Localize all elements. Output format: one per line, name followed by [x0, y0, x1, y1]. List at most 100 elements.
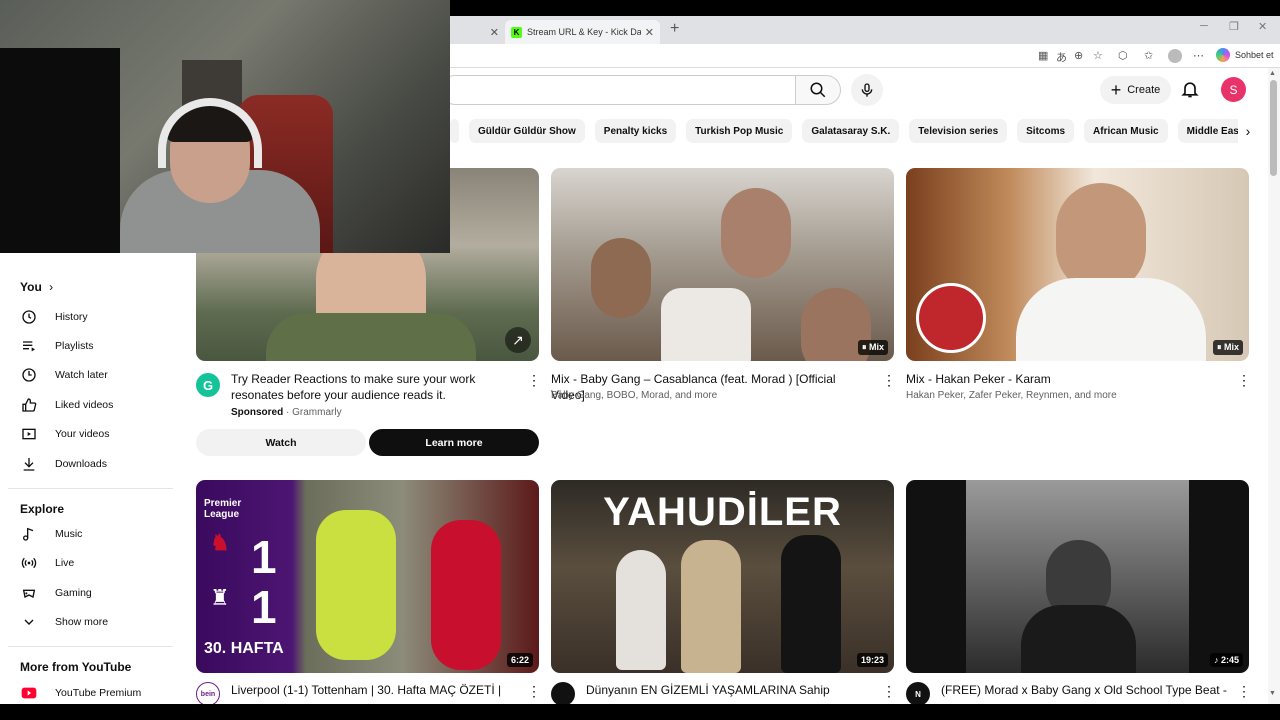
- channel-avatar[interactable]: [551, 682, 575, 706]
- person-shape: [616, 550, 666, 670]
- microphone-icon: [861, 83, 873, 97]
- video-thumbnail[interactable]: YAHUDİLER 19:23: [551, 480, 894, 673]
- account-avatar[interactable]: S: [1221, 77, 1246, 102]
- translate-icon[interactable]: あ: [1056, 49, 1067, 65]
- mix-badge: ⏸ Mix: [1212, 340, 1243, 355]
- favorite-star-icon[interactable]: ☆: [1093, 49, 1103, 62]
- peker-logo-icon: [916, 283, 986, 353]
- video-title[interactable]: Mix - Hakan Peker - Karam: [906, 371, 1226, 387]
- more-options-icon[interactable]: ⋮: [527, 373, 541, 387]
- more-options-icon[interactable]: ⋮: [527, 684, 541, 698]
- close-tab-icon[interactable]: ✕: [645, 26, 654, 39]
- chip[interactable]: Television series: [909, 119, 1008, 143]
- search-icon: [810, 82, 826, 98]
- bein-sports-avatar[interactable]: bein: [196, 682, 220, 706]
- sidebar-item-label: Gaming: [55, 587, 92, 599]
- chevron-right-icon[interactable]: ›: [1238, 119, 1258, 143]
- more-options-icon[interactable]: ⋮: [882, 684, 896, 698]
- more-menu-icon[interactable]: ⋯: [1193, 49, 1204, 62]
- sidebar-item-label: YouTube Premium: [55, 687, 142, 699]
- minimize-icon[interactable]: ─: [1200, 20, 1208, 32]
- scrollbar-thumb[interactable]: [1270, 80, 1277, 176]
- sidebar-item-history[interactable]: History: [20, 305, 170, 329]
- your-videos-icon: [20, 425, 38, 443]
- sidebar-item-watch-later[interactable]: Watch later: [20, 363, 170, 387]
- video-thumbnail[interactable]: ⏸ Mix: [906, 168, 1249, 361]
- maximize-icon[interactable]: ❐: [1229, 20, 1239, 33]
- sidebar-item-label: History: [55, 311, 88, 323]
- sidebar-more-heading: More from YouTube: [20, 660, 132, 674]
- zoom-icon[interactable]: ⊕: [1074, 49, 1083, 62]
- player-shape: [316, 510, 396, 660]
- favorites-icon[interactable]: ✩: [1144, 49, 1153, 62]
- more-options-icon[interactable]: ⋮: [882, 373, 896, 387]
- browser-profile-icon[interactable]: [1168, 49, 1182, 63]
- mix-badge: ⏸ Mix: [857, 340, 888, 355]
- category-chips: Güldür Güldür Show Penalty kicks Turkish…: [450, 119, 1250, 143]
- more-options-icon[interactable]: ⋮: [1237, 373, 1251, 387]
- more-options-icon[interactable]: ⋮: [1237, 684, 1251, 698]
- playlists-icon: [20, 337, 38, 355]
- grammarly-logo-icon[interactable]: G: [196, 373, 220, 397]
- watch-later-icon: [20, 366, 38, 384]
- league-label: Premier League: [204, 498, 242, 520]
- sidebar-item-show-more[interactable]: Show more: [20, 610, 170, 634]
- chip[interactable]: Sitcoms: [1017, 119, 1075, 143]
- sidebar-item-label: Music: [55, 528, 83, 540]
- sidebar-item-youtube-premium[interactable]: YouTube Premium: [20, 681, 170, 705]
- sidebar-item-downloads[interactable]: Downloads: [20, 452, 170, 476]
- voice-search-button[interactable]: [851, 74, 883, 106]
- close-tab-icon[interactable]: ✕: [490, 26, 499, 39]
- chip[interactable]: African Music: [1084, 119, 1168, 143]
- score-home: 1: [251, 531, 277, 583]
- create-button[interactable]: + Create: [1100, 76, 1171, 104]
- scroll-up-icon[interactable]: ▲: [1269, 70, 1276, 77]
- copilot-icon: [1216, 48, 1230, 62]
- video-title[interactable]: Liverpool (1-1) Tottenham | 30. Hafta MA…: [231, 682, 521, 698]
- scroll-down-icon[interactable]: ▼: [1269, 690, 1276, 697]
- sidebar-item-playlists[interactable]: Playlists: [20, 334, 170, 358]
- close-window-icon[interactable]: ✕: [1258, 20, 1267, 33]
- external-link-icon[interactable]: ↗: [505, 327, 531, 353]
- music-note-icon: ♪: [1213, 655, 1221, 665]
- chip[interactable]: Güldür Güldür Show: [469, 119, 585, 143]
- bell-icon: [1181, 82, 1199, 98]
- chip-partial[interactable]: [450, 119, 459, 143]
- ad-title[interactable]: Try Reader Reactions to make sure your w…: [231, 371, 491, 403]
- sidebar-you-heading[interactable]: You ›: [20, 280, 53, 294]
- chip[interactable]: Turkish Pop Music: [686, 119, 793, 143]
- sidebar-item-gaming[interactable]: Gaming: [20, 581, 170, 605]
- video-thumbnail[interactable]: ♪ 2:45: [906, 480, 1249, 673]
- chevron-down-icon: [20, 613, 38, 631]
- apps-icon[interactable]: ▦: [1038, 49, 1048, 62]
- chip[interactable]: Penalty kicks: [594, 119, 677, 143]
- person-shape: [1021, 605, 1136, 673]
- video-title[interactable]: (FREE) Morad x Baby Gang x Old School Ty…: [941, 682, 1231, 698]
- sidebar-item-live[interactable]: Live: [20, 551, 170, 575]
- browser-tab-youtube[interactable]: ✕: [450, 20, 505, 44]
- watch-button[interactable]: Watch: [196, 429, 366, 456]
- video-thumbnail[interactable]: ⏸ Mix: [551, 168, 894, 361]
- browser-tab-kick[interactable]: K Stream URL & Key - Kick Dashboard ✕: [505, 20, 660, 44]
- new-tab-button[interactable]: +: [670, 20, 679, 38]
- kick-favicon-icon: K: [511, 26, 522, 38]
- week-label: 30. HAFTA: [204, 640, 284, 657]
- learn-more-button[interactable]: Learn more: [369, 429, 539, 456]
- sidebar-item-your-videos[interactable]: Your videos: [20, 422, 170, 446]
- extensions-icon[interactable]: ⬡: [1118, 49, 1128, 62]
- sidebar-item-liked-videos[interactable]: Liked videos: [20, 393, 170, 417]
- copilot-button[interactable]: Sohbet et: [1216, 48, 1274, 62]
- notifications-button[interactable]: [1180, 78, 1202, 102]
- live-icon: [20, 554, 38, 572]
- sidebar-item-label: Live: [55, 557, 75, 569]
- plus-icon: +: [1110, 80, 1122, 100]
- channel-avatar[interactable]: N: [906, 682, 930, 706]
- video-title[interactable]: Dünyanın EN GİZEMLİ YAŞAMLARINA Sahip: [586, 682, 876, 698]
- advertiser-name: Grammarly: [292, 407, 342, 418]
- sidebar-item-music[interactable]: Music: [20, 522, 170, 546]
- search-button[interactable]: [795, 75, 841, 105]
- chip[interactable]: Galatasaray S.K.: [802, 119, 900, 143]
- video-thumbnail[interactable]: Premier League 1 1 ♞ ♜ 30. HAFTA 6:22: [196, 480, 539, 673]
- video-card: ♪ 2:45 N (FREE) Morad x Baby Gang x Old …: [906, 480, 1251, 706]
- search-input[interactable]: [440, 75, 796, 105]
